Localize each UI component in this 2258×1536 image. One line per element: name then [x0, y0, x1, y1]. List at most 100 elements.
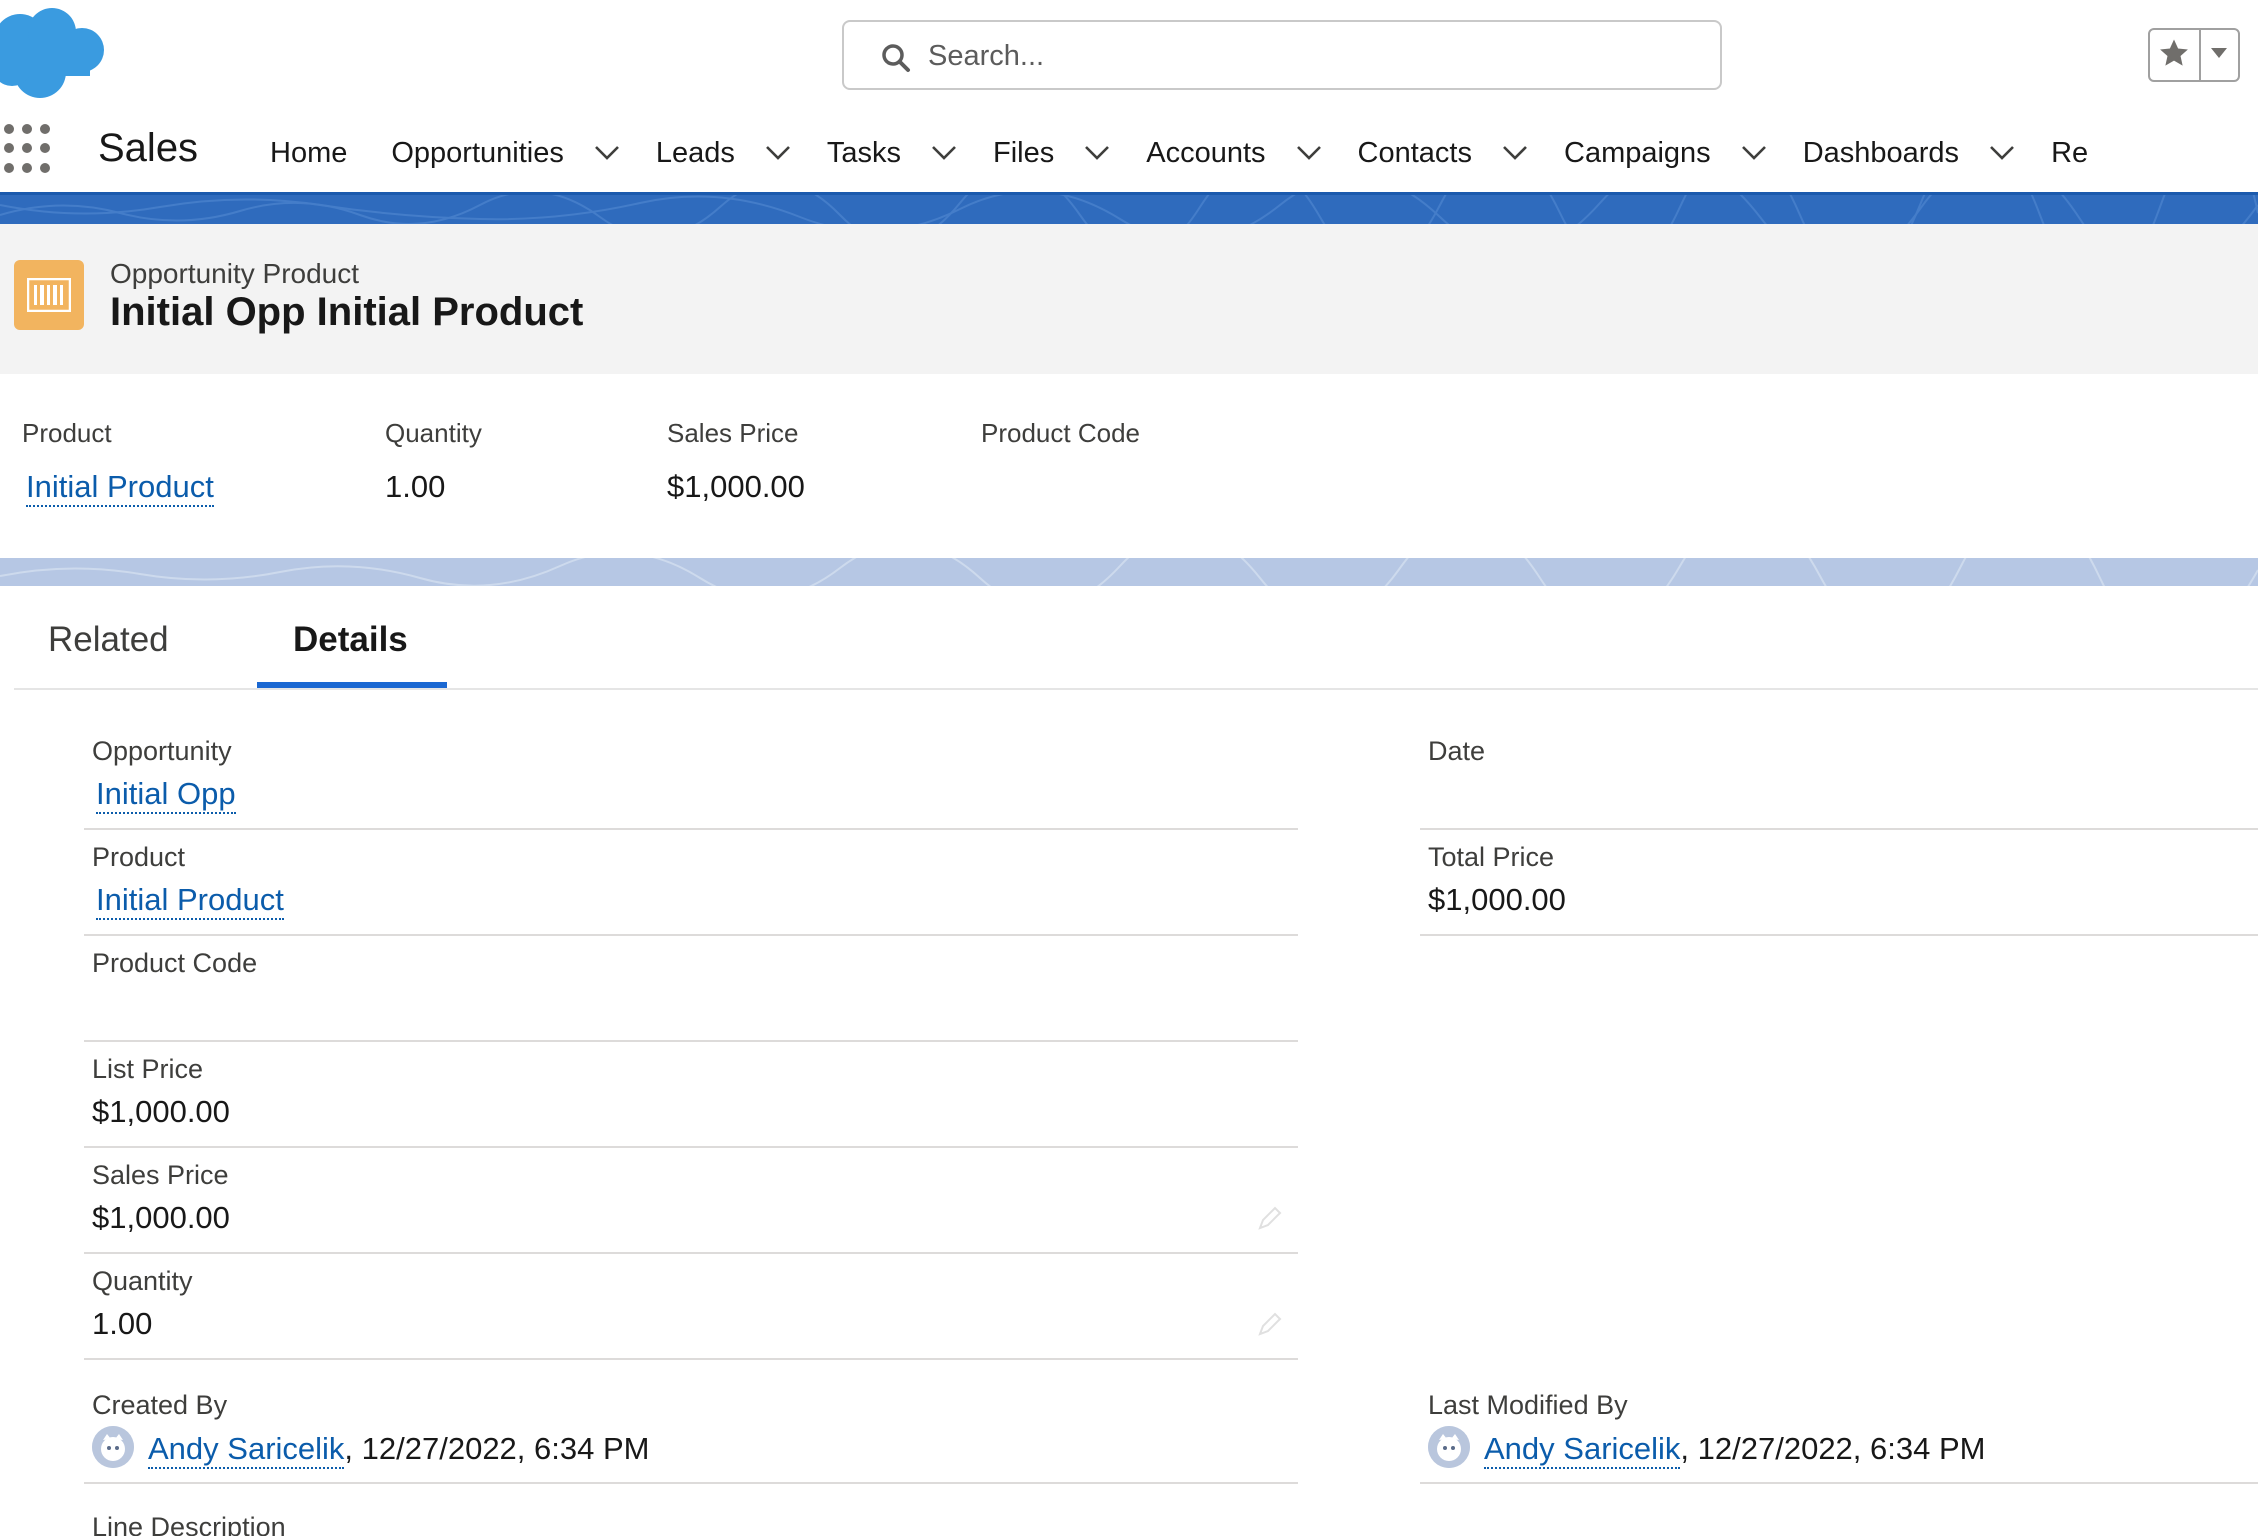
nav-item-home[interactable]: Home [270, 112, 347, 194]
record-header: Opportunity Product Initial Opp Initial … [0, 224, 2258, 374]
field-label: Product [92, 842, 186, 872]
active-tab-indicator [257, 682, 447, 688]
highlight-sales-price: Sales Price $1,000.00 [667, 418, 805, 505]
nav-item-opportunities[interactable]: Opportunities [391, 112, 620, 194]
field-product: Product Initial Product [84, 830, 1298, 936]
nav-item-accounts[interactable]: Accounts [1146, 112, 1321, 194]
nav-item-label: Home [270, 136, 348, 169]
nav-item-leads[interactable]: Leads [656, 112, 791, 194]
nav-item-label: Leads [655, 136, 735, 169]
chevron-down-icon[interactable] [1989, 145, 2015, 161]
nav-item-label: Opportunities [391, 136, 564, 169]
record-type-label: Opportunity Product [110, 258, 360, 289]
nav-item-label: Re [2051, 136, 2089, 169]
last-modified-date: , 12/27/2022, 6:34 PM [1680, 1431, 1986, 1467]
edit-pencil-icon[interactable] [1254, 1310, 1284, 1340]
field-label: Opportunity [92, 736, 232, 766]
field-last-modified-by: Last Modified By Andy Saricelik, 12/27/2… [1420, 1378, 2258, 1484]
nav-items: Home Opportunities Leads Tasks Files Acc… [270, 112, 2124, 194]
nav-item-label: Campaigns [1564, 136, 1711, 169]
product-link[interactable]: Initial Product [26, 469, 214, 507]
opportunity-product-icon [14, 260, 84, 330]
app-name: Sales [98, 126, 199, 170]
favorites-group [2148, 28, 2240, 82]
salesforce-cloud-logo[interactable] [0, 6, 114, 102]
field-value: 1.00 [92, 1306, 153, 1341]
chevron-down-icon[interactable] [594, 145, 620, 161]
field-product-code: Product Code [84, 936, 1298, 1042]
chevron-down-icon[interactable] [1296, 145, 1322, 161]
search-input[interactable] [928, 32, 1688, 80]
search-icon [880, 42, 912, 74]
field-label: Quantity [92, 1266, 193, 1296]
highlight-label: Product [22, 418, 112, 448]
last-modified-user-link[interactable]: Andy Saricelik [1484, 1431, 1681, 1469]
record-title: Initial Opp Initial Product [110, 290, 584, 334]
field-sales-price: Sales Price $1,000.00 [84, 1148, 1298, 1254]
field-label: Product Code [92, 948, 258, 978]
field-line-description: Line Description [84, 1484, 1298, 1536]
caret-down-icon [2210, 46, 2228, 64]
nav-item-tasks[interactable]: Tasks [827, 112, 957, 194]
favorites-menu-button[interactable] [2201, 30, 2238, 80]
highlight-label: Sales Price [667, 418, 799, 448]
record-tabs: Related Details [14, 586, 2258, 690]
favorites-star-button[interactable] [2150, 30, 2201, 80]
nav-item-campaigns[interactable]: Campaigns [1564, 112, 1767, 194]
field-list-price: List Price $1,000.00 [84, 1042, 1298, 1148]
opportunity-link[interactable]: Initial Opp [96, 776, 236, 814]
highlight-product-code: Product Code [981, 418, 1140, 449]
highlight-value: $1,000.00 [667, 469, 805, 504]
decorative-band [0, 558, 2258, 586]
nav-item-label: Dashboards [1802, 136, 1960, 169]
highlights-panel: Product Initial Product Quantity 1.00 Sa… [0, 374, 2258, 560]
field-label: Date [1428, 736, 1486, 766]
user-avatar [92, 1426, 134, 1468]
global-search-box[interactable] [842, 20, 1722, 90]
created-by-user-link[interactable]: Andy Saricelik [148, 1431, 345, 1469]
nav-item-reports-truncated[interactable]: Re [2051, 112, 2088, 194]
nav-item-label: Contacts [1357, 136, 1472, 169]
highlight-label: Product Code [981, 418, 1140, 448]
field-total-price: Total Price $1,000.00 [1420, 830, 2258, 936]
nav-accent-bar [0, 192, 2258, 225]
field-label: Created By [92, 1390, 228, 1420]
tab-related[interactable]: Related [48, 620, 169, 660]
highlight-product: Product Initial Product [22, 418, 214, 507]
app-navigation-bar: Sales Home Opportunities Leads Tasks Fil… [0, 112, 2258, 194]
field-value: $1,000.00 [92, 1094, 230, 1129]
user-avatar [1428, 1426, 1470, 1468]
field-opportunity: Opportunity Initial Opp [84, 724, 1298, 830]
nav-item-label: Tasks [826, 136, 902, 169]
app-launcher-waffle-icon[interactable] [4, 124, 54, 174]
field-label: Sales Price [92, 1160, 229, 1190]
highlight-quantity: Quantity 1.00 [385, 418, 482, 505]
nav-item-files[interactable]: Files [993, 112, 1110, 194]
highlight-value: 1.00 [385, 469, 446, 504]
tab-details[interactable]: Details [293, 620, 408, 660]
field-label: Total Price [1428, 842, 1555, 872]
field-label: Line Description [92, 1512, 286, 1536]
field-value: $1,000.00 [92, 1200, 230, 1235]
nav-item-label: Files [993, 136, 1055, 169]
chevron-down-icon[interactable] [1502, 145, 1528, 161]
field-label: List Price [92, 1054, 204, 1084]
global-header [0, 0, 2258, 112]
field-label: Last Modified By [1428, 1390, 1628, 1420]
created-by-date: , 12/27/2022, 6:34 PM [344, 1431, 650, 1467]
product-detail-link[interactable]: Initial Product [96, 882, 284, 920]
field-created-by: Created By Andy Saricelik, 12/27/2022, 6… [84, 1378, 1298, 1484]
field-date: Date [1420, 724, 2258, 830]
field-quantity: Quantity 1.00 [84, 1254, 1298, 1360]
star-icon [2157, 36, 2191, 75]
nav-item-label: Accounts [1146, 136, 1266, 169]
field-value: $1,000.00 [1428, 882, 1566, 917]
chevron-down-icon[interactable] [1084, 145, 1110, 161]
highlight-label: Quantity [385, 418, 482, 448]
nav-item-contacts[interactable]: Contacts [1358, 112, 1528, 194]
chevron-down-icon[interactable] [931, 145, 957, 161]
chevron-down-icon[interactable] [1741, 145, 1767, 161]
nav-item-dashboards[interactable]: Dashboards [1803, 112, 2015, 194]
chevron-down-icon[interactable] [765, 145, 791, 161]
edit-pencil-icon[interactable] [1254, 1204, 1284, 1234]
